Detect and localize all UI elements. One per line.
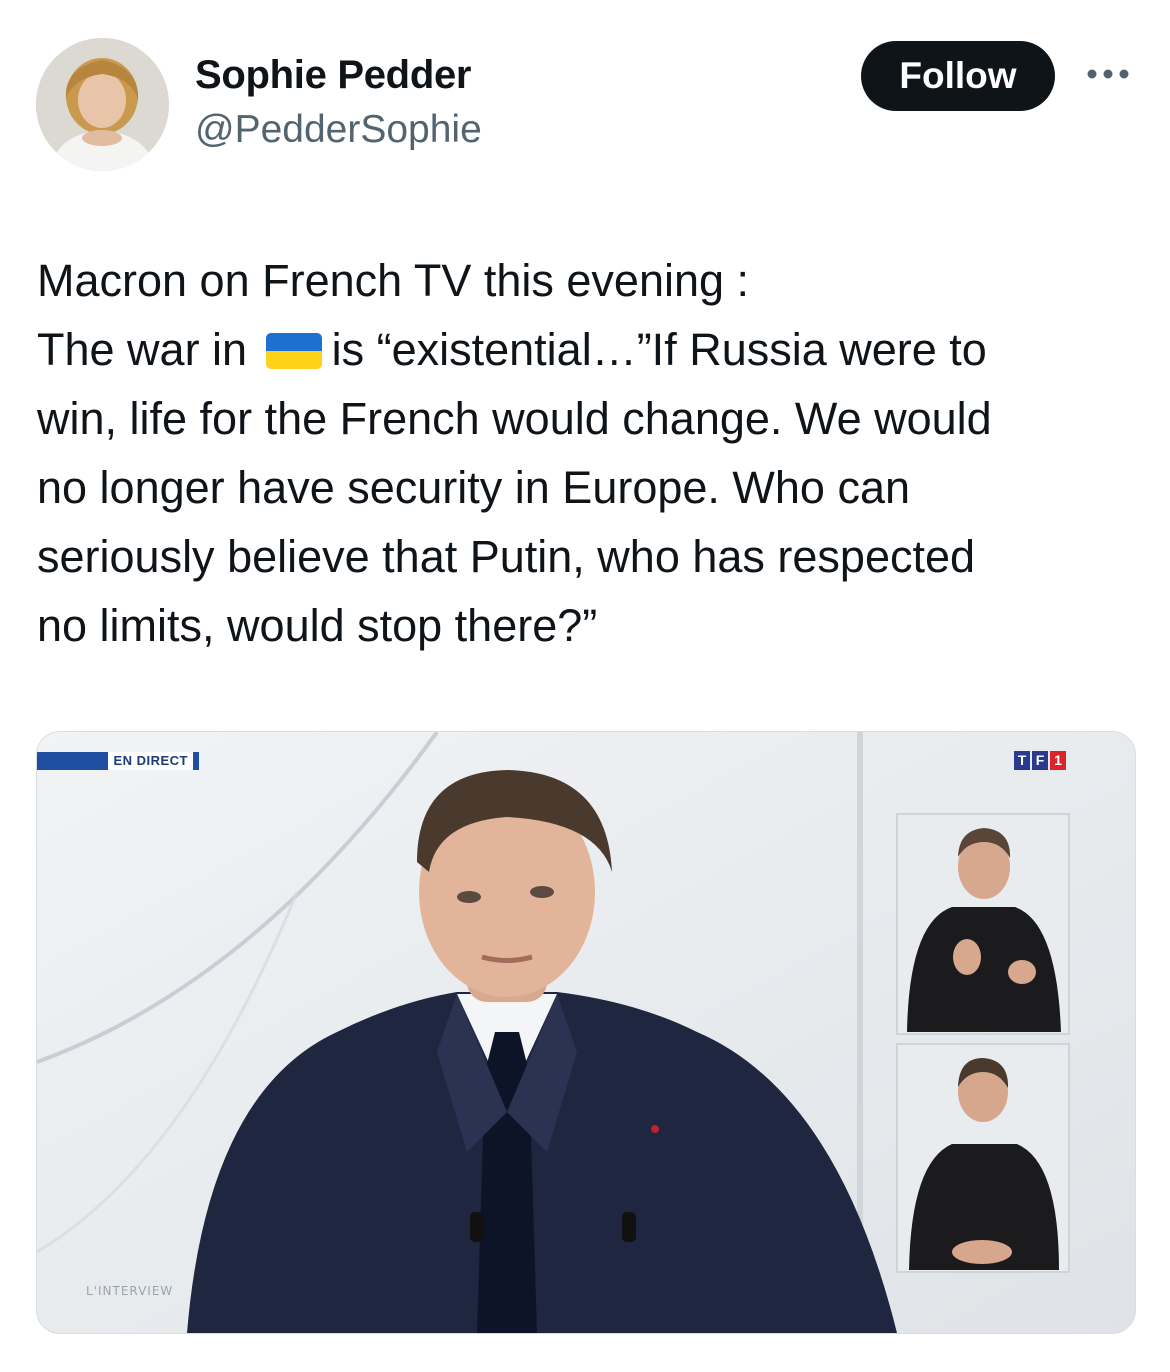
tweet-text-fragment: is “existential…”If Russia were to [331,324,987,375]
tweet-text-line: no longer have security in Europe. Who c… [37,462,910,513]
logo-letter: T [1014,751,1030,770]
logo-letter: F [1032,751,1048,770]
ukraine-flag-icon [265,333,322,369]
avatar[interactable] [36,38,169,171]
author-display-name[interactable]: Sophie Pedder [195,53,471,98]
tweet-text-fragment: The war in [37,324,248,375]
live-badge: EN DIRECT [37,752,199,770]
live-badge-label: EN DIRECT [108,752,193,770]
tweet-text-line: win, life for the French would change. W… [37,393,992,444]
tweet-text: Macron on French TV this evening : The w… [37,246,1137,660]
logo-letter: 1 [1050,751,1066,770]
tweet-text-line: no limits, would stop there?” [37,600,598,651]
tweet-text-line: Macron on French TV this evening : [37,255,750,306]
follow-button[interactable]: Follow [861,41,1055,111]
tweet-text-line: The war in is “existential…”If Russia we… [37,315,1137,384]
tweet-media[interactable]: EN DIRECT T F 1 L'INTERVIEW [36,731,1136,1334]
video-still-image [37,732,1135,1333]
tweet-text-line: seriously believe that Putin, who has re… [37,531,976,582]
more-icon [1087,69,1129,79]
interview-label: L'INTERVIEW [86,1284,174,1298]
author-handle[interactable]: @PedderSophie [195,108,482,152]
avatar-image [36,38,169,171]
more-options-button[interactable] [1080,56,1136,92]
tf1-logo: T F 1 [1014,751,1066,770]
